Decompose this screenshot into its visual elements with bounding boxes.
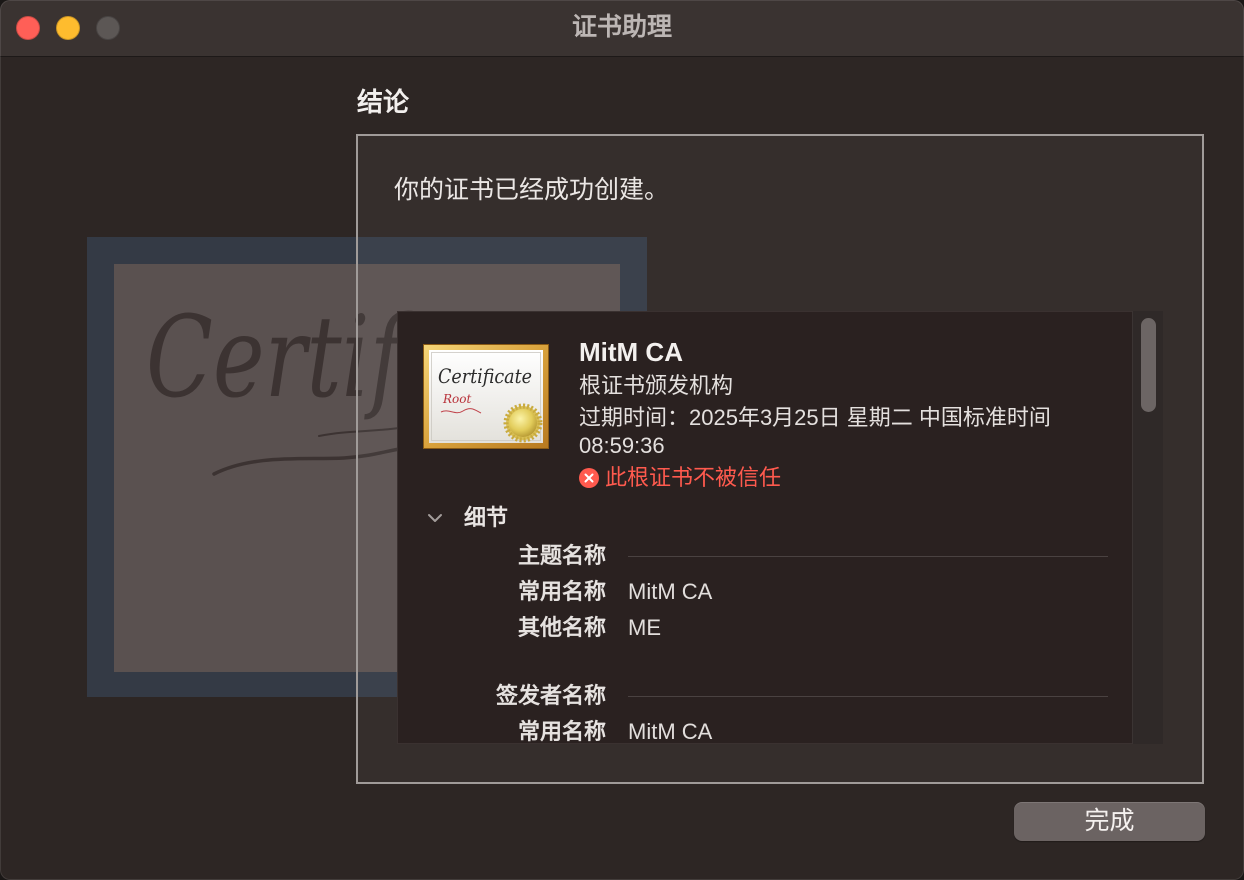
conclusion-box: 你的证书已经成功创建。 Certificate Root MitM CA 根证书… [356,134,1204,784]
certificate-icon-script: Certificate [438,364,532,388]
certificate-assistant-window: 证书助理 Certificate 结论 你的证书已经成功创建。 Certific… [0,0,1244,880]
detail-row: 其他名称 ME [397,610,1108,646]
detail-label: 常用名称 [517,719,606,744]
certificate-root-icon: Certificate Root [423,344,549,449]
details-table: 主题名称 常用名称 MitM CA 其他名称 ME 签发者名称 常用名称 Mit… [397,538,1108,744]
page-title: 结论 [357,87,410,117]
trust-status: 此根证书不被信任 [579,464,781,492]
certificate-expiry-time: 08:59:36 [579,433,665,458]
section-divider [628,695,1108,697]
section-divider [628,555,1108,557]
section-header-row: 主题名称 [397,538,1108,574]
certificate-kind: 根证书颁发机构 [579,373,734,398]
detail-row: 常用名称 MitM CA [397,714,1108,744]
section-title: 签发者名称 [495,683,606,708]
detail-value: MitM CA [628,579,713,604]
section-title: 主题名称 [517,543,606,568]
detail-value: MitM CA [628,719,713,744]
detail-label: 常用名称 [517,579,606,604]
subject-name-section: 主题名称 常用名称 MitM CA 其他名称 ME [397,538,1108,646]
detail-row: 常用名称 MitM CA [397,574,1108,610]
detail-label: 其他名称 [517,615,606,640]
section-header-row: 签发者名称 [397,678,1108,714]
certificate-name: MitM CA [579,337,683,367]
scrollbar-thumb[interactable] [1141,318,1156,412]
certificate-panel: Certificate Root MitM CA 根证书颁发机构 过期时间：20… [397,311,1163,744]
scrollbar-track[interactable] [1132,311,1163,744]
issuer-name-section: 签发者名称 常用名称 MitM CA [397,678,1108,744]
trust-status-text: 此根证书不被信任 [605,465,782,490]
certificate-expiry-date: 过期时间：2025年3月25日 星期二 中国标准时间 [579,405,1051,430]
details-disclosure[interactable]: 细节 [427,504,508,532]
certificate-icon-badge: Root [442,392,471,406]
success-message: 你的证书已经成功创建。 [394,176,670,204]
chevron-down-icon[interactable] [427,513,443,523]
window-title: 证书助理 [571,13,672,41]
done-button[interactable]: 完成 [1014,802,1205,841]
details-label[interactable]: 细节 [464,504,508,532]
title-bar[interactable]: 证书助理 [0,0,1244,57]
error-x-icon [579,468,599,488]
detail-value: ME [628,615,661,640]
